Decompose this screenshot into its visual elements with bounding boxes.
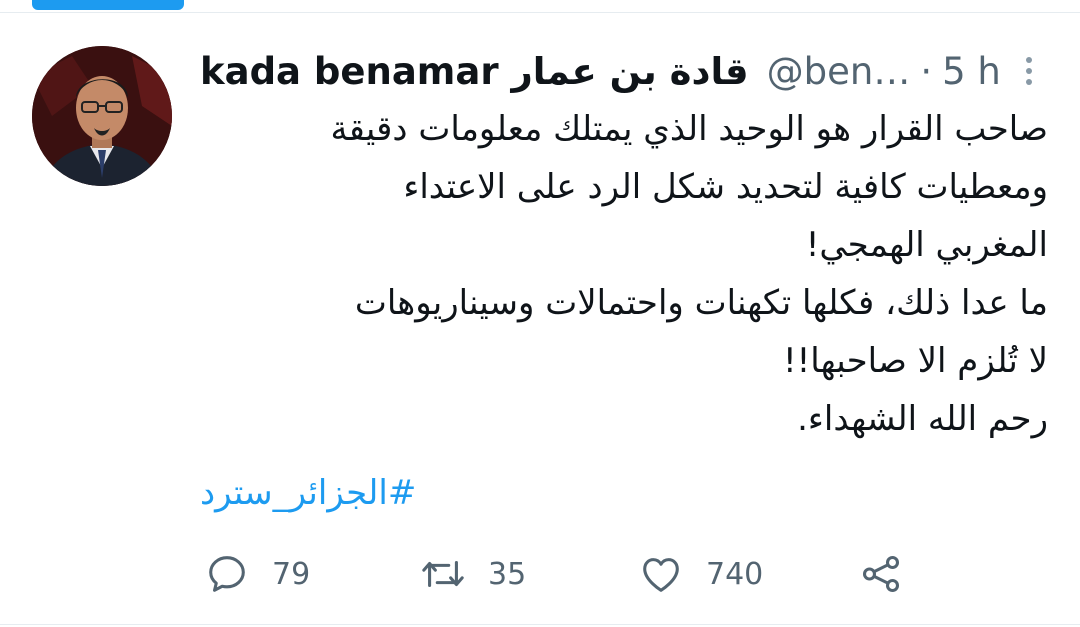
tweet-text-line: المغربي الهمجي! <box>805 225 1048 265</box>
reply-button[interactable]: 79 <box>204 546 310 602</box>
avatar[interactable] <box>32 46 172 186</box>
hashtag-link[interactable]: #الجزائر_سترد <box>200 466 450 520</box>
reply-icon <box>209 556 245 592</box>
divider <box>0 624 1080 625</box>
heart-icon <box>643 558 679 592</box>
tweet-timestamp[interactable]: 5 h <box>942 50 1001 93</box>
like-button[interactable]: 740 <box>638 546 763 602</box>
like-count: 740 <box>706 556 764 592</box>
retweet-icon <box>422 560 464 588</box>
retweet-button[interactable]: 35 <box>420 546 526 602</box>
more-options-icon[interactable] <box>1018 53 1040 89</box>
tweet-actions: 79 35 740 <box>200 546 920 602</box>
tweet-text-line: رحم الله الشهداء. <box>797 399 1048 439</box>
share-button[interactable] <box>858 546 904 602</box>
tweet-text: صاحب القرار هو الوحيد الذي يمتلك معلومات… <box>200 100 1048 448</box>
divider <box>0 12 1080 13</box>
top-indicator-bar <box>32 0 184 10</box>
tweet-text-line: ما عدا ذلك، فكلها تكهنات واحتمالات وسينا… <box>354 283 1048 323</box>
separator-dot: · <box>920 49 933 93</box>
author-handle[interactable]: @ben… <box>767 50 911 93</box>
tweet-text-line: صاحب القرار هو الوحيد الذي يمتلك معلومات… <box>330 109 1048 149</box>
share-icon <box>862 555 900 593</box>
avatar-image <box>32 46 172 186</box>
tweet-header: kada benamar قادة بن عمار @ben… · 5 h <box>200 44 1040 98</box>
reply-count: 79 <box>272 556 311 592</box>
author-name[interactable]: kada benamar قادة بن عمار <box>200 50 749 93</box>
tweet-text-line: لا تُلزم الا صاحبها!! <box>783 341 1048 381</box>
tweet-text-line: ومعطيات كافية لتحديد شكل الرد على الاعتد… <box>403 167 1048 207</box>
retweet-count: 35 <box>488 556 527 592</box>
